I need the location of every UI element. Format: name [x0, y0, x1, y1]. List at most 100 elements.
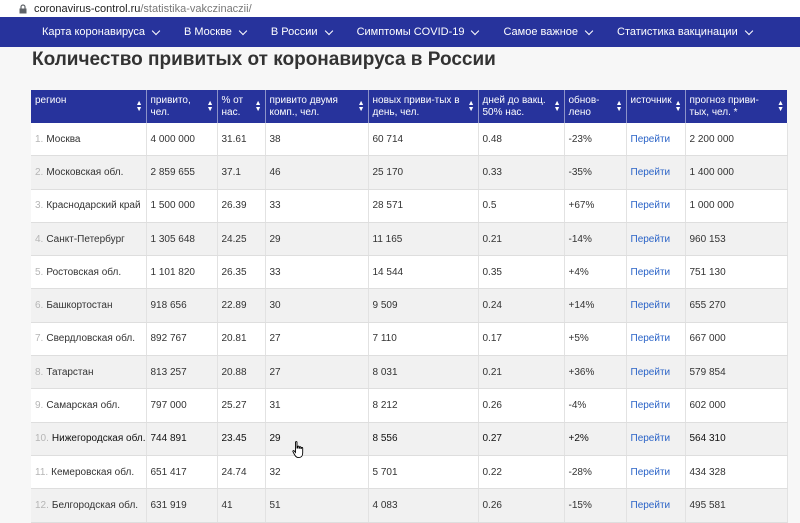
column-header-label: % от нас.	[221, 95, 244, 118]
cell-forecast: 434 328	[685, 455, 788, 490]
chevron-down-icon	[238, 26, 248, 35]
column-header-forecast[interactable]: прогноз приви-тых, чел. * ▲ ▼	[685, 90, 787, 123]
cell-forecast: 2 200 000	[685, 123, 788, 157]
cell-forecast: 579 854	[685, 355, 788, 390]
address-bar[interactable]: coronavirus-control.ru/statistika-vakczi…	[0, 0, 800, 18]
cell-forecast: 495 581	[685, 488, 788, 523]
table-row: 6. Башкортостан 918 656 22.89 30 9 509 0.24 +14…	[31, 288, 788, 323]
source-link[interactable]: Перейти	[631, 300, 671, 311]
column-header-region[interactable]: регион ▲ ▼	[31, 90, 147, 123]
region-name: Белгородская обл.	[51, 499, 139, 511]
row-number: 12.	[35, 499, 49, 511]
cell-daily-new: 8 031	[368, 355, 479, 390]
cell-days-to-50: 0.22	[478, 455, 565, 490]
cell-source: Перейти	[626, 288, 686, 323]
nav-item-russia[interactable]: В России	[271, 26, 333, 38]
sort-icon: ▲ ▼	[777, 99, 784, 113]
column-header-updated[interactable]: обнов-лено ▲ ▼	[564, 90, 627, 123]
nav-item-moscow[interactable]: В Москве	[184, 26, 248, 38]
column-header-label: прогноз приви-тых, чел. *	[689, 95, 759, 118]
cell-region: 11. Кемеровская обл.	[31, 455, 147, 490]
cell-daily-new: 25 170	[368, 155, 479, 190]
cell-updated: +5%	[564, 322, 627, 357]
nav-item-vaccination-stats[interactable]: Статистика вакцинации	[617, 26, 753, 38]
source-link[interactable]: Перейти	[631, 367, 671, 378]
nav-item-label: Самое важное	[503, 26, 579, 38]
source-link[interactable]: Перейти	[631, 234, 671, 245]
cell-updated: -35%	[564, 155, 627, 190]
source-link[interactable]: Перейти	[631, 467, 671, 478]
table-row: 1. Москва 4 000 000 31.61 38 60 714 0.48 -23% Пе…	[31, 123, 788, 157]
cell-source: Перейти	[626, 455, 686, 490]
sort-icon: ▲ ▼	[615, 99, 623, 113]
column-header-label: регион	[35, 95, 67, 106]
source-link[interactable]: Перейти	[631, 134, 671, 145]
column-header-label: обнов-лено	[568, 95, 600, 118]
row-number: 4.	[35, 233, 44, 245]
cell-forecast: 1 400 000	[685, 155, 788, 190]
cell-two-components: 33	[265, 189, 369, 223]
column-header-two-components[interactable]: привито двумя комп., чел. ▲ ▼	[265, 90, 369, 123]
source-link[interactable]: Перейти	[631, 333, 671, 344]
table-row: 9. Самарская обл. 797 000 25.27 31 8 212 0.26-…	[31, 388, 788, 423]
nav-item-label: Статистика вакцинации	[617, 26, 738, 38]
region-name: Самарская обл.	[46, 400, 121, 412]
cell-two-components: 29	[265, 422, 369, 456]
column-header-label: привито двумя комп., чел.	[269, 95, 338, 118]
cell-forecast: 960 153	[685, 222, 788, 257]
cell-days-to-50: 0.26	[478, 488, 565, 523]
source-link[interactable]: Перейти	[631, 167, 671, 178]
table-row-hovered: 10. Нижегородская обл. 744 891 23.45 29 8 556…	[31, 422, 788, 456]
cell-percent: 26.35	[217, 255, 266, 290]
row-number: 6.	[35, 300, 44, 312]
source-link[interactable]: Перейти	[631, 400, 671, 411]
column-header-label: новых приви-тых в день, чел.	[372, 95, 460, 118]
column-header-days-to-50[interactable]: дней до вакц. 50% нас. ▲ ▼	[478, 90, 565, 123]
cell-vaccinated: 892 767	[146, 322, 218, 357]
chevron-down-icon	[151, 26, 161, 35]
cell-two-components: 32	[265, 455, 369, 490]
nav-item-symptoms[interactable]: Симптомы COVID-19	[357, 26, 480, 38]
cell-updated: +36%	[564, 355, 627, 390]
cell-vaccinated: 631 919	[146, 488, 218, 523]
cell-two-components: 51	[265, 488, 369, 523]
cell-daily-new: 8 212	[368, 388, 479, 423]
cell-days-to-50: 0.21	[478, 355, 565, 390]
sort-icon: ▲ ▼	[553, 99, 561, 113]
nav-item-map[interactable]: Карта коронавируса	[42, 26, 161, 38]
row-number: 3.	[35, 200, 44, 212]
url-host: coronavirus-control.ru	[34, 2, 141, 15]
cell-vaccinated: 1 305 648	[146, 222, 218, 257]
row-number: 5.	[35, 266, 44, 278]
column-header-label: дней до вакц. 50% нас.	[482, 95, 546, 118]
cell-region: 2. Московская обл.	[31, 155, 147, 190]
cell-percent: 31.61	[217, 123, 266, 157]
source-link[interactable]: Перейти	[631, 267, 671, 278]
cell-source: Перейти	[626, 123, 686, 157]
column-header-percent[interactable]: % от нас. ▲ ▼	[217, 90, 266, 123]
cell-daily-new: 5 701	[368, 455, 479, 490]
column-header-source[interactable]: источник ▲ ▼	[626, 90, 686, 123]
region-name: Нижегородская обл.	[51, 433, 146, 445]
cell-region: 4. Санкт-Петербург	[31, 222, 147, 257]
table-header-row: регион ▲ ▼ привито, чел. ▲ ▼ % от нас. ▲ ▼ при…	[31, 90, 787, 123]
cell-vaccinated: 1 101 820	[146, 255, 218, 290]
column-header-vaccinated[interactable]: привито, чел. ▲ ▼	[146, 90, 218, 123]
cell-percent: 20.88	[217, 355, 266, 390]
cell-region: 3. Краснодарский край	[31, 189, 147, 223]
cell-source: Перейти	[626, 322, 686, 357]
cell-region: 7. Свердловская обл.	[31, 322, 147, 357]
cell-days-to-50: 0.5	[478, 189, 565, 223]
nav-item-label: Карта коронавируса	[42, 26, 145, 38]
source-link[interactable]: Перейти	[631, 200, 671, 211]
source-link[interactable]: Перейти	[631, 433, 671, 444]
column-header-daily-new[interactable]: новых приви-тых в день, чел. ▲ ▼	[368, 90, 479, 123]
source-link[interactable]: Перейти	[631, 500, 671, 511]
column-header-label: привито, чел.	[150, 95, 191, 118]
cell-vaccinated: 2 859 655	[146, 155, 218, 190]
nav-item-important[interactable]: Самое важное	[503, 26, 594, 38]
column-header-label: источник	[630, 95, 672, 106]
vaccination-table: регион ▲ ▼ привито, чел. ▲ ▼ % от нас. ▲ ▼ при…	[31, 90, 788, 523]
table-row: 4. Санкт-Петербург 1 305 648 24.25 29 11 165 0…	[31, 222, 788, 257]
cell-percent: 24.74	[217, 455, 266, 490]
